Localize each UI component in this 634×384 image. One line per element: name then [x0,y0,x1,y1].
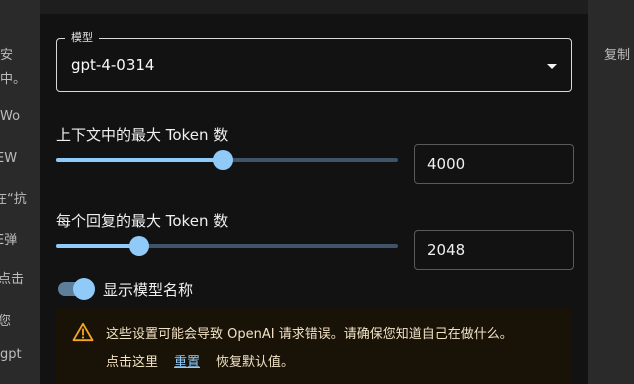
warning-suffix: 恢复默认值。 [216,355,295,370]
background-text: 复制 [604,48,631,63]
context-tokens-slider[interactable] [56,149,398,171]
background-text: 您 [0,314,12,329]
slider-fill [56,158,223,162]
slider-thumb[interactable] [212,150,233,170]
warning-prefix: 点击这里 [106,355,159,370]
warning-message: 这些设置可能会导致 OpenAI 请求错误。请确保您知道自己在做什么。 [106,327,513,342]
background-right: 复制 [590,0,634,384]
reset-link[interactable]: 重置 [174,355,200,370]
background-text: 点击 [0,272,25,287]
background-text: 中。 [0,72,27,87]
settings-dialog: 模型 gpt-4-0314 上下文中的最大 Token 数 每个回复的最大 To… [40,0,588,384]
background-text: Wo [0,109,21,124]
background-text: gpt [0,347,22,362]
reply-tokens-input[interactable] [414,230,574,270]
dropdown-arrow-icon[interactable] [547,64,557,69]
model-select[interactable]: 模型 gpt-4-0314 [56,31,572,92]
model-select-value: gpt-4-0314 [71,56,155,74]
slider-thumb[interactable] [129,236,150,256]
warning-reset-line: 点击这里 重置 恢复默认值。 [106,351,294,370]
background-text: 安 [0,48,14,63]
show-model-name-toggle[interactable] [56,277,96,301]
background-text: 在“抗 [0,192,27,207]
background-left: 安 中。 Wo EW 在“抗 E弹 点击 您 gpt [0,0,40,384]
model-select-legend: 模型 [65,31,99,45]
dialog-header-strip [40,0,588,14]
background-text: EW [0,151,18,166]
context-tokens-label: 上下文中的最大 Token 数 [56,126,229,144]
toggle-thumb[interactable] [73,278,95,300]
reply-tokens-slider[interactable] [56,235,398,257]
show-model-name-label: 显示模型名称 [103,281,194,299]
context-tokens-input[interactable] [414,144,574,184]
warning-alert: 这些设置可能会导致 OpenAI 请求错误。请确保您知道自己在做什么。 点击这里… [56,308,572,384]
reply-tokens-label: 每个回复的最大 Token 数 [56,212,229,230]
warning-icon [72,322,94,342]
background-text: E弹 [0,233,18,248]
slider-fill [56,244,140,248]
